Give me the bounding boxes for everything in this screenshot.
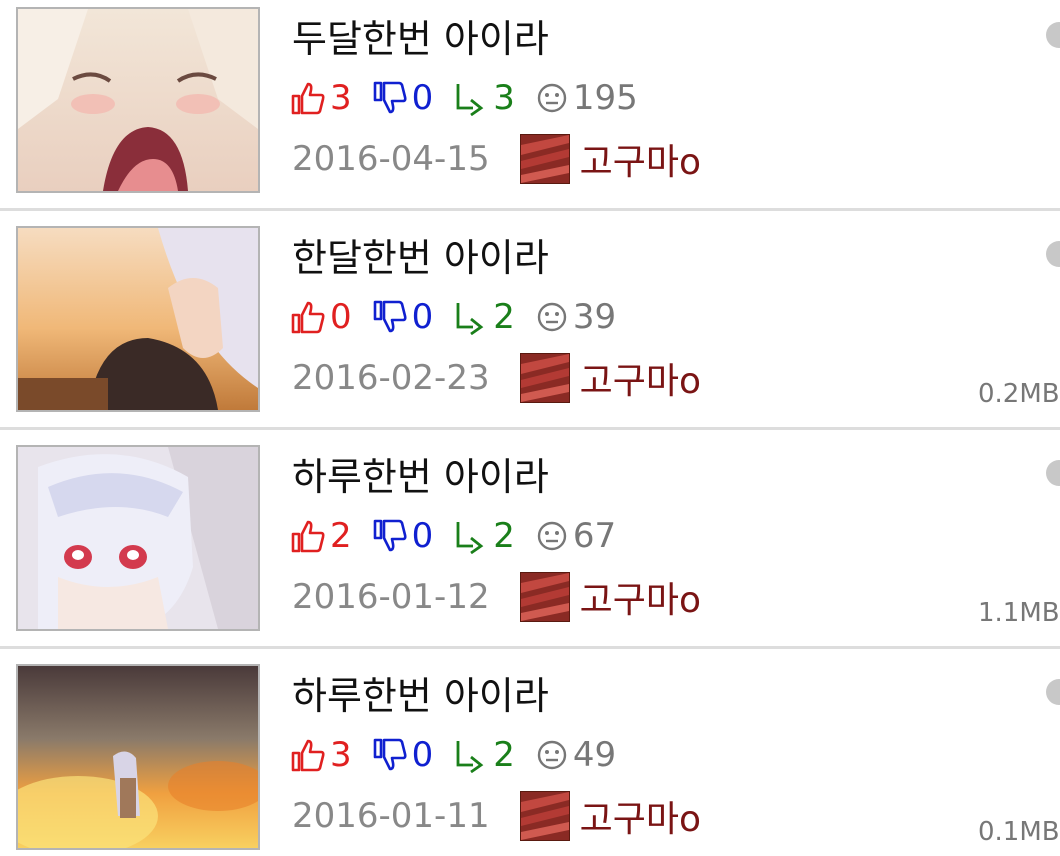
- list-item[interactable]: 한달한번 아이라 0 0 2 39 2016-02-23 고구마o 0.2MB: [0, 219, 1060, 437]
- reply-stat: 2: [453, 516, 515, 556]
- views-stat: 49: [535, 735, 616, 775]
- downvote-count: 0: [411, 78, 434, 118]
- downvote-stat: 0: [372, 516, 434, 556]
- list-item[interactable]: 하루한번 아이라 3 0 2 49 2016-01-11 고구마o 0.1MB: [0, 657, 1060, 856]
- reply-count: 2: [493, 735, 515, 775]
- post-list: 두달한번 아이라 3 0 3 195 2016-04-15 고구마o 한달한번 …: [0, 0, 1060, 856]
- divider: [0, 208, 1060, 211]
- post-title[interactable]: 두달한번 아이라: [292, 16, 549, 62]
- author-name[interactable]: 고구마o: [580, 571, 701, 623]
- downvote-stat: 0: [372, 78, 434, 118]
- post-meta: 2016-02-23 고구마o: [292, 353, 701, 403]
- reply-count: 2: [493, 297, 515, 337]
- reply-stat: 3: [453, 78, 515, 118]
- thumbs-up-icon: [291, 82, 325, 115]
- reply-count: 3: [493, 78, 515, 118]
- views-count: 195: [572, 78, 638, 118]
- downvote-count: 0: [411, 735, 434, 775]
- reply-arrow-icon: [456, 741, 484, 773]
- thumbs-down-icon: [373, 81, 407, 114]
- attachment-size: 1.1MB: [978, 598, 1060, 628]
- downvote-stat: 0: [372, 735, 434, 775]
- post-thumbnail[interactable]: [16, 226, 260, 412]
- reply-arrow-icon: [456, 303, 484, 335]
- thumbs-down-icon: [373, 519, 407, 552]
- avatar[interactable]: [519, 572, 570, 622]
- post-stats: 3 0 3 195: [290, 78, 658, 118]
- attachment-size: 0.1MB: [978, 817, 1060, 847]
- unread-dot-icon: [1046, 460, 1060, 486]
- views-count: 49: [572, 735, 617, 775]
- post-stats: 2 0 2 67: [290, 516, 636, 556]
- post-thumbnail[interactable]: [16, 445, 260, 631]
- post-date: 2016-02-23: [292, 358, 490, 398]
- upvote-stat: 3: [290, 735, 352, 775]
- unread-dot-icon: [1046, 241, 1060, 267]
- reply-stat: 2: [453, 297, 515, 337]
- views-count: 39: [572, 297, 617, 337]
- views-stat: 39: [535, 297, 616, 337]
- post-date: 2016-04-15: [292, 139, 490, 179]
- avatar[interactable]: [519, 134, 570, 184]
- views-stat: 67: [535, 516, 616, 556]
- unread-dot-icon: [1046, 679, 1060, 705]
- post-thumbnail[interactable]: [16, 664, 260, 850]
- divider: [0, 646, 1060, 649]
- post-stats: 3 0 2 49: [290, 735, 636, 775]
- thumbs-up-icon: [291, 301, 325, 334]
- post-meta: 2016-01-12 고구마o: [292, 572, 701, 622]
- attachment-size: 0.2MB: [978, 379, 1060, 409]
- eye-face-icon: [537, 521, 567, 551]
- eye-face-icon: [537, 740, 567, 770]
- post-meta: 2016-04-15 고구마o: [292, 134, 701, 184]
- reply-arrow-icon: [456, 522, 484, 554]
- downvote-count: 0: [411, 297, 434, 337]
- thumbs-up-icon: [291, 520, 325, 553]
- thumbs-up-icon: [291, 739, 325, 772]
- upvote-count: 2: [330, 516, 352, 556]
- divider: [0, 427, 1060, 430]
- upvote-stat: 0: [290, 297, 352, 337]
- upvote-stat: 2: [290, 516, 352, 556]
- eye-face-icon: [537, 302, 567, 332]
- upvote-stat: 3: [290, 78, 352, 118]
- post-date: 2016-01-11: [292, 796, 490, 836]
- eye-face-icon: [537, 83, 567, 113]
- thumbs-down-icon: [373, 738, 407, 771]
- reply-arrow-icon: [456, 84, 484, 116]
- avatar[interactable]: [519, 791, 570, 841]
- upvote-count: 0: [330, 297, 352, 337]
- post-stats: 0 0 2 39: [290, 297, 636, 337]
- unread-dot-icon: [1046, 22, 1060, 48]
- post-title[interactable]: 한달한번 아이라: [292, 235, 549, 281]
- avatar[interactable]: [519, 353, 570, 403]
- author-name[interactable]: 고구마o: [580, 133, 701, 185]
- upvote-count: 3: [330, 735, 352, 775]
- views-stat: 195: [535, 78, 638, 118]
- post-date: 2016-01-12: [292, 577, 490, 617]
- views-count: 67: [572, 516, 617, 556]
- reply-stat: 2: [453, 735, 515, 775]
- author-name[interactable]: 고구마o: [580, 352, 701, 404]
- list-item[interactable]: 하루한번 아이라 2 0 2 67 2016-01-12 고구마o 1.1MB: [0, 438, 1060, 656]
- author-name[interactable]: 고구마o: [580, 790, 701, 842]
- downvote-count: 0: [411, 516, 434, 556]
- thumbs-down-icon: [373, 300, 407, 333]
- post-thumbnail[interactable]: [16, 7, 260, 193]
- post-title[interactable]: 하루한번 아이라: [292, 673, 549, 719]
- post-meta: 2016-01-11 고구마o: [292, 791, 701, 841]
- list-item[interactable]: 두달한번 아이라 3 0 3 195 2016-04-15 고구마o: [0, 0, 1060, 218]
- upvote-count: 3: [330, 78, 352, 118]
- downvote-stat: 0: [372, 297, 434, 337]
- reply-count: 2: [493, 516, 515, 556]
- post-title[interactable]: 하루한번 아이라: [292, 454, 549, 500]
